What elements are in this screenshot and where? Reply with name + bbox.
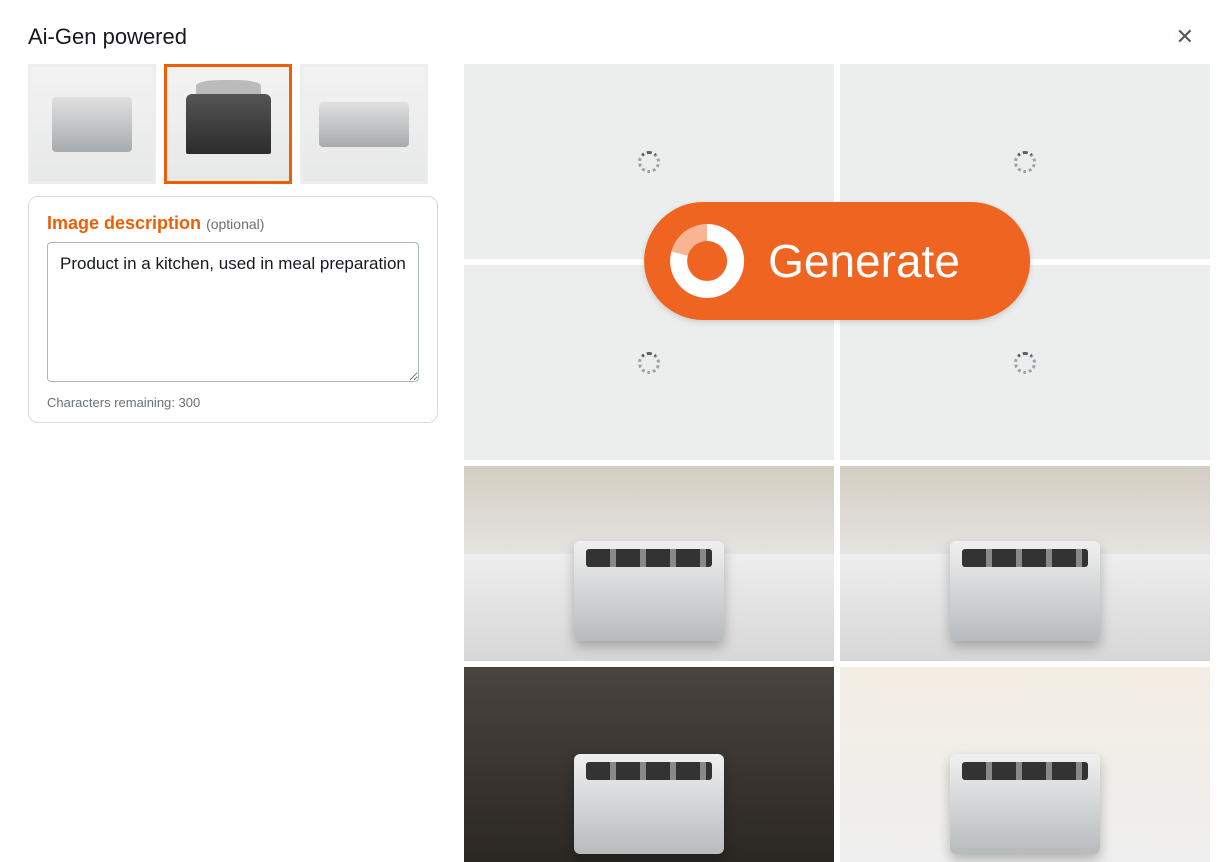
main-layout: Image description (optional) Characters … bbox=[0, 64, 1230, 862]
thumb-image bbox=[31, 67, 153, 181]
kitchen-scene-icon bbox=[574, 754, 724, 854]
generation-grid bbox=[464, 64, 1210, 862]
loading-spinner-icon bbox=[1014, 151, 1036, 173]
description-textarea[interactable] bbox=[47, 242, 419, 382]
characters-remaining: Characters remaining: 300 bbox=[47, 395, 419, 410]
close-icon: ✕ bbox=[1176, 24, 1194, 49]
toaster-icon bbox=[52, 97, 132, 152]
description-label-text: Image description bbox=[47, 213, 201, 233]
generated-image[interactable] bbox=[840, 466, 1210, 661]
description-card: Image description (optional) Characters … bbox=[28, 196, 438, 423]
loading-spinner-icon bbox=[1014, 352, 1036, 374]
generate-button[interactable]: Generate bbox=[644, 202, 1030, 320]
loading-spinner-icon bbox=[638, 352, 660, 374]
generated-image[interactable] bbox=[840, 667, 1210, 862]
product-thumb-fryer[interactable] bbox=[300, 64, 428, 184]
thumb-image bbox=[303, 67, 425, 181]
generated-image[interactable] bbox=[464, 667, 834, 862]
kitchen-scene-icon bbox=[840, 466, 1210, 661]
generate-button-label: Generate bbox=[768, 234, 960, 288]
fryer-icon bbox=[319, 102, 409, 147]
kitchen-scene-icon bbox=[950, 754, 1100, 854]
generate-ring-icon bbox=[670, 224, 744, 298]
description-optional-hint: (optional) bbox=[206, 216, 264, 232]
left-column: Image description (optional) Characters … bbox=[28, 64, 438, 862]
description-label: Image description (optional) bbox=[47, 213, 419, 234]
slow-cooker-icon bbox=[186, 94, 271, 154]
product-thumbnail-row bbox=[28, 64, 438, 184]
close-button[interactable]: ✕ bbox=[1168, 20, 1202, 54]
product-thumb-slow-cooker[interactable] bbox=[164, 64, 292, 184]
kitchen-scene-icon bbox=[464, 466, 834, 661]
thumb-image bbox=[167, 67, 289, 181]
page-title: Ai-Gen powered bbox=[28, 24, 187, 50]
header: Ai-Gen powered ✕ bbox=[0, 0, 1230, 64]
product-thumb-toaster[interactable] bbox=[28, 64, 156, 184]
generated-image[interactable] bbox=[464, 466, 834, 661]
loading-spinner-icon bbox=[638, 151, 660, 173]
right-column: Generate bbox=[464, 64, 1210, 862]
